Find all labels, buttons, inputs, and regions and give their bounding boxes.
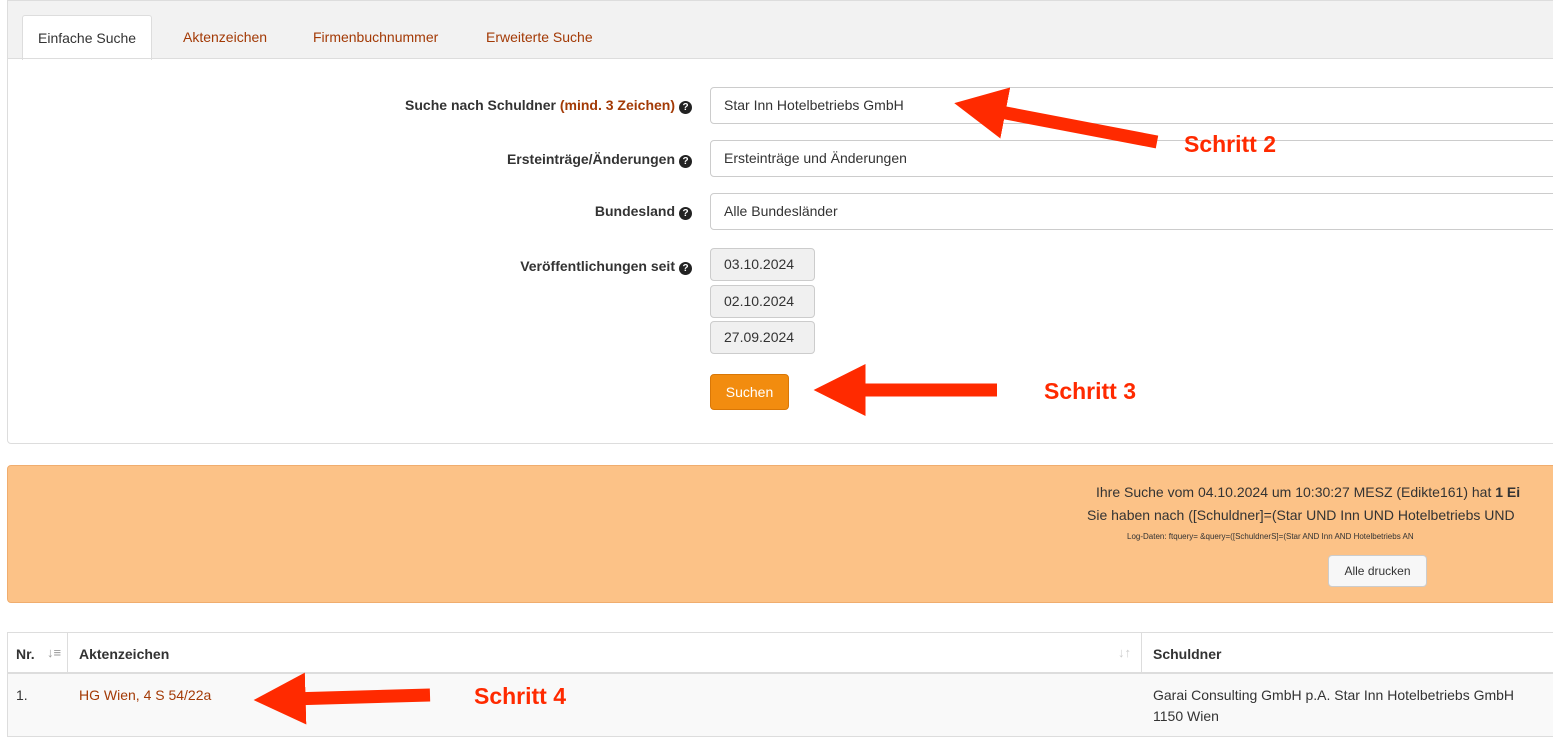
annotation-schritt-2: Schritt 2 [1184, 131, 1277, 157]
arrow-schritt-2 [954, 87, 1159, 149]
annotation-schritt-3: Schritt 3 [1044, 378, 1137, 404]
annotation-schritt-4: Schritt 4 [474, 683, 567, 709]
arrow-schritt-4 [253, 672, 431, 725]
annotation-arrows [253, 87, 1159, 725]
